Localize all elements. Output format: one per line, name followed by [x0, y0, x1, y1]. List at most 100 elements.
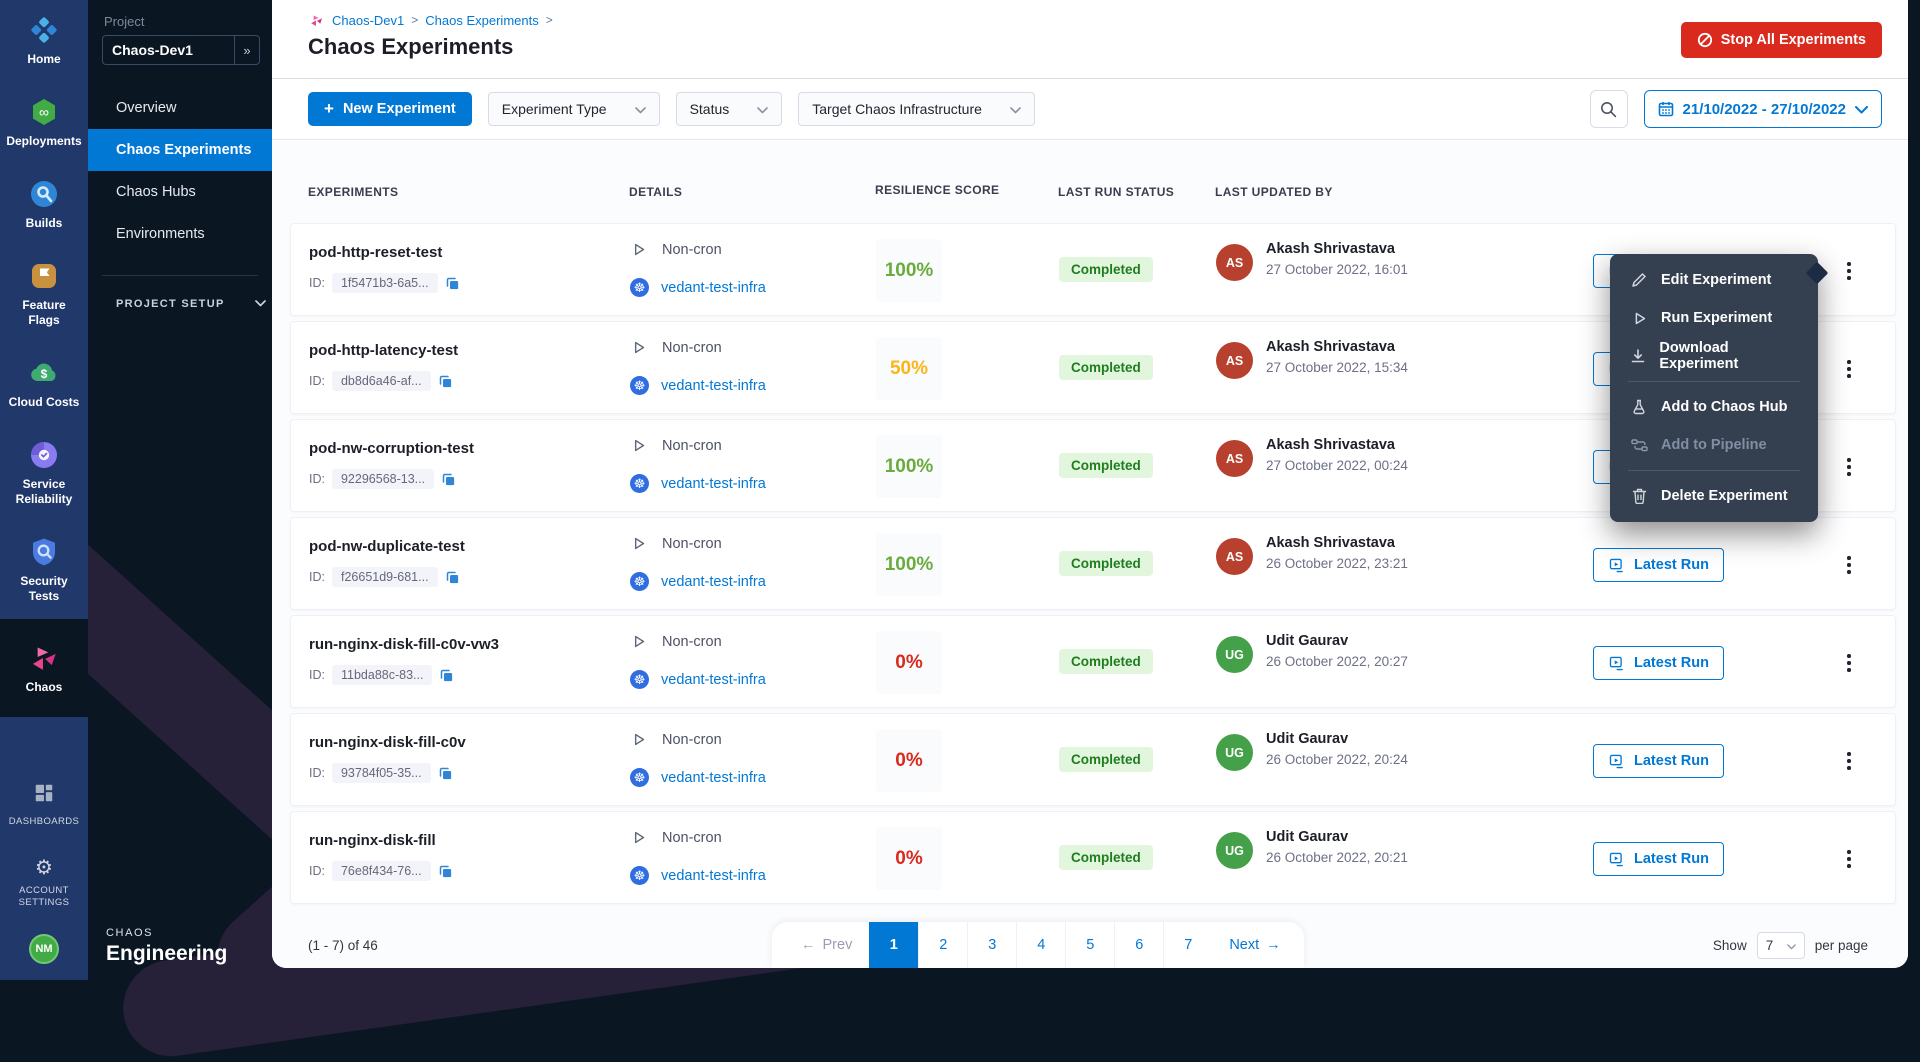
- row-menu-button[interactable]: [1837, 840, 1861, 878]
- copy-icon[interactable]: [445, 570, 460, 585]
- menu-item-add-to-chaos-hub[interactable]: Add to Chaos Hub: [1610, 388, 1818, 426]
- page-button-4[interactable]: 4: [1016, 922, 1065, 968]
- next-page-button[interactable]: Next →: [1212, 922, 1297, 968]
- table-row[interactable]: run-nginx-disk-fill-c0v-vw3ID:11bda88c-8…: [290, 615, 1896, 708]
- project-expand-icon[interactable]: »: [234, 35, 260, 65]
- table-header: EXPERIMENTS DETAILS RESILIENCE SCORE LAS…: [290, 141, 1896, 223]
- infrastructure-link[interactable]: vedant-test-infra: [661, 574, 766, 590]
- latest-run-button[interactable]: Latest Run: [1593, 548, 1724, 582]
- infrastructure-link[interactable]: vedant-test-infra: [661, 280, 766, 296]
- infrastructure-link[interactable]: vedant-test-infra: [661, 770, 766, 786]
- sidebar-item-dashboards[interactable]: DASHBOARDS: [0, 767, 88, 843]
- sidebar-item-chaos-experiments[interactable]: Chaos Experiments: [88, 129, 272, 171]
- table-row[interactable]: run-nginx-disk-fill-c0vID:93784f05-35...…: [290, 713, 1896, 806]
- infrastructure-link[interactable]: vedant-test-infra: [661, 868, 766, 884]
- security-tests-icon: [30, 537, 58, 567]
- row-menu-button[interactable]: [1837, 350, 1861, 388]
- arrow-right-icon: →: [1266, 937, 1281, 953]
- page-button-1[interactable]: 1: [869, 922, 918, 968]
- filter-experiment-type[interactable]: Experiment Type: [488, 92, 660, 126]
- sidebar-item-cloud-costs[interactable]: $Cloud Costs: [0, 343, 88, 425]
- new-experiment-button[interactable]: + New Experiment: [308, 92, 472, 126]
- infrastructure-link[interactable]: vedant-test-infra: [661, 378, 766, 394]
- breadcrumb-link-project[interactable]: Chaos-Dev1: [332, 13, 404, 28]
- sidebar-item-environments[interactable]: Environments: [88, 213, 272, 255]
- gear-icon: ⚙: [35, 858, 53, 878]
- stop-icon: [1697, 32, 1713, 48]
- sidebar-item-deployments[interactable]: ∞Deployments: [0, 82, 88, 164]
- filter-status[interactable]: Status: [676, 92, 783, 126]
- latest-run-icon: [1608, 655, 1625, 672]
- sidebar-item-feature-flags[interactable]: Feature Flags: [0, 246, 88, 343]
- menu-item-run-experiment[interactable]: Run Experiment: [1610, 299, 1818, 337]
- experiment-id-value: db8d6a46-af...: [332, 371, 431, 391]
- col-details: DETAILS: [629, 185, 682, 199]
- search-button[interactable]: [1590, 90, 1628, 128]
- experiment-name: run-nginx-disk-fill: [309, 832, 436, 849]
- copy-icon[interactable]: [438, 864, 453, 879]
- experiment-id-value: 93784f05-35...: [332, 763, 431, 783]
- copy-icon[interactable]: [438, 766, 453, 781]
- copy-icon[interactable]: [439, 668, 454, 683]
- row-menu-button[interactable]: [1837, 252, 1861, 290]
- row-menu-button[interactable]: [1837, 546, 1861, 584]
- sidebar-item-home[interactable]: Home: [0, 0, 88, 82]
- flask-icon: [1630, 399, 1648, 415]
- experiment-id: ID:f26651d9-681...: [309, 567, 460, 587]
- menu-item-download-experiment[interactable]: Download Experiment: [1610, 337, 1818, 375]
- copy-icon[interactable]: [438, 374, 453, 389]
- page-button-2[interactable]: 2: [918, 922, 967, 968]
- col-resilience-score: RESILIENCE SCORE: [875, 183, 999, 197]
- project-setup-toggle[interactable]: PROJECT SETUP: [116, 298, 272, 310]
- page-button-6[interactable]: 6: [1114, 922, 1163, 968]
- per-page-select[interactable]: 7: [1757, 932, 1805, 959]
- copy-icon[interactable]: [445, 276, 460, 291]
- schedule-type: Non-cron: [630, 731, 722, 748]
- sidebar-item-builds[interactable]: Builds: [0, 164, 88, 246]
- page-button-5[interactable]: 5: [1065, 922, 1114, 968]
- row-menu-button[interactable]: [1837, 448, 1861, 486]
- status-badge: Completed: [1059, 649, 1153, 674]
- latest-run-button[interactable]: Latest Run: [1593, 744, 1724, 778]
- infrastructure-link[interactable]: vedant-test-infra: [661, 672, 766, 688]
- experiment-id-value: 76e8f434-76...: [332, 861, 431, 881]
- latest-run-button[interactable]: Latest Run: [1593, 842, 1724, 876]
- chevron-down-icon: [1010, 101, 1021, 117]
- chevron-down-icon: [757, 101, 768, 117]
- infrastructure: ☸vedant-test-infra: [630, 278, 766, 297]
- sidebar-item-chaos[interactable]: Chaos: [0, 619, 88, 717]
- latest-run-button[interactable]: Latest Run: [1593, 646, 1724, 680]
- prev-page-button[interactable]: ← Prev: [784, 922, 869, 968]
- schedule-type: Non-cron: [630, 633, 722, 650]
- last-updated-by: UGUdit Gaurav26 October 2022, 20:24: [1216, 731, 1408, 771]
- experiment-name: run-nginx-disk-fill-c0v-vw3: [309, 636, 499, 653]
- filter-target-chaos-infrastructure[interactable]: Target Chaos Infrastructure: [798, 92, 1035, 126]
- dashboards-icon: [33, 782, 55, 809]
- menu-item-edit-experiment[interactable]: Edit Experiment: [1610, 261, 1818, 299]
- user-avatar[interactable]: NM: [29, 934, 59, 964]
- sidebar-item-service-reliability[interactable]: Service Reliability: [0, 425, 88, 522]
- infrastructure: ☸vedant-test-infra: [630, 768, 766, 787]
- sidebar-item-overview[interactable]: Overview: [88, 87, 272, 129]
- copy-icon[interactable]: [441, 472, 456, 487]
- sidebar-item-chaos-hubs[interactable]: Chaos Hubs: [88, 171, 272, 213]
- table-row[interactable]: run-nginx-disk-fillID:76e8f434-76...Non-…: [290, 811, 1896, 904]
- page-button-3[interactable]: 3: [967, 922, 1016, 968]
- experiment-name: pod-nw-corruption-test: [309, 440, 474, 457]
- table-row[interactable]: pod-nw-duplicate-testID:f26651d9-681...N…: [290, 517, 1896, 610]
- row-menu-button[interactable]: [1837, 644, 1861, 682]
- sidebar-item-account-settings[interactable]: ⚙ ACCOUNT SETTINGS: [0, 843, 88, 924]
- resilience-score: 0%: [876, 827, 942, 890]
- breadcrumb-link-experiments[interactable]: Chaos Experiments: [425, 13, 538, 28]
- brand-small: CHAOS: [106, 927, 227, 939]
- date-range-picker[interactable]: 21/10/2022 - 27/10/2022: [1644, 90, 1882, 128]
- row-menu-button[interactable]: [1837, 742, 1861, 780]
- page-button-7[interactable]: 7: [1163, 922, 1212, 968]
- resilience-score: 100%: [876, 239, 942, 302]
- breadcrumb: Chaos-Dev1 > Chaos Experiments >: [308, 12, 553, 28]
- infrastructure-link[interactable]: vedant-test-infra: [661, 476, 766, 492]
- project-selector[interactable]: Chaos-Dev1: [102, 35, 234, 65]
- stop-all-experiments-button[interactable]: Stop All Experiments: [1681, 22, 1882, 58]
- menu-item-delete-experiment[interactable]: Delete Experiment: [1610, 477, 1818, 515]
- sidebar-item-security-tests[interactable]: Security Tests: [0, 522, 88, 619]
